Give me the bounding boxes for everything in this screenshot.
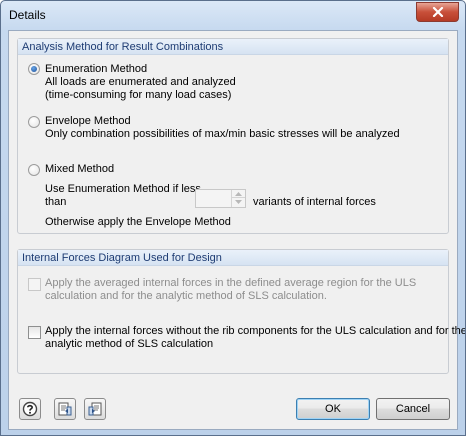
details-dialog: Details Analysis Method for Result Combi… <box>0 0 466 436</box>
internal-forces-header: Internal Forces Diagram Used for Design <box>18 250 448 266</box>
mixed-line-1: Use Enumeration Method if less <box>45 183 201 195</box>
enumeration-desc-2: (time-consuming for many load cases) <box>45 89 232 101</box>
load-settings-icon <box>58 402 72 416</box>
close-icon <box>432 7 443 17</box>
save-settings-icon <box>88 402 102 416</box>
enumeration-desc-1: All loads are enumerated and analyzed <box>45 76 236 88</box>
dialog-client: Analysis Method for Result Combinations … <box>8 30 465 430</box>
ok-button[interactable]: OK <box>296 398 370 420</box>
averaged-forces-checkbox[interactable] <box>28 278 41 291</box>
variants-label: variants of internal forces <box>253 196 376 208</box>
variants-spinner[interactable] <box>195 189 246 208</box>
help-button[interactable] <box>19 398 41 420</box>
load-settings-button[interactable] <box>54 398 76 420</box>
enumeration-radio[interactable] <box>28 63 40 75</box>
window-title: Details <box>9 8 46 22</box>
envelope-radio[interactable] <box>28 116 40 128</box>
save-settings-button[interactable] <box>84 398 106 420</box>
title-bar: Details <box>1 1 465 31</box>
analysis-method-group: Analysis Method for Result Combinations … <box>17 38 449 234</box>
cancel-button[interactable]: Cancel <box>376 398 450 420</box>
internal-forces-group: Internal Forces Diagram Used for Design … <box>17 249 465 374</box>
spin-up-button[interactable] <box>232 190 245 198</box>
otherwise-text: Otherwise apply the Envelope Method <box>45 216 231 228</box>
help-icon <box>22 401 38 417</box>
without-rib-line-2[interactable]: analytic method of SLS calculation <box>45 338 213 351</box>
mixed-radio[interactable] <box>28 164 40 176</box>
enumeration-label[interactable]: Enumeration Method <box>45 63 147 76</box>
mixed-label[interactable]: Mixed Method <box>45 163 114 176</box>
close-button[interactable] <box>416 2 459 22</box>
caret-up-icon <box>235 191 242 196</box>
envelope-desc: Only combination possibilities of max/mi… <box>45 128 400 140</box>
averaged-forces-line-2: calculation and for the analytic method … <box>45 290 327 302</box>
spinner-buttons <box>231 190 245 207</box>
without-rib-checkbox[interactable] <box>28 326 41 339</box>
spin-down-button[interactable] <box>232 198 245 206</box>
averaged-forces-line-1: Apply the averaged internal forces in th… <box>45 277 417 289</box>
analysis-method-header: Analysis Method for Result Combinations <box>18 39 448 55</box>
mixed-line-2: than <box>45 196 67 208</box>
without-rib-line-1[interactable]: Apply the internal forces without the ri… <box>45 325 465 338</box>
caret-down-icon <box>235 200 242 204</box>
envelope-label[interactable]: Envelope Method <box>45 115 131 128</box>
